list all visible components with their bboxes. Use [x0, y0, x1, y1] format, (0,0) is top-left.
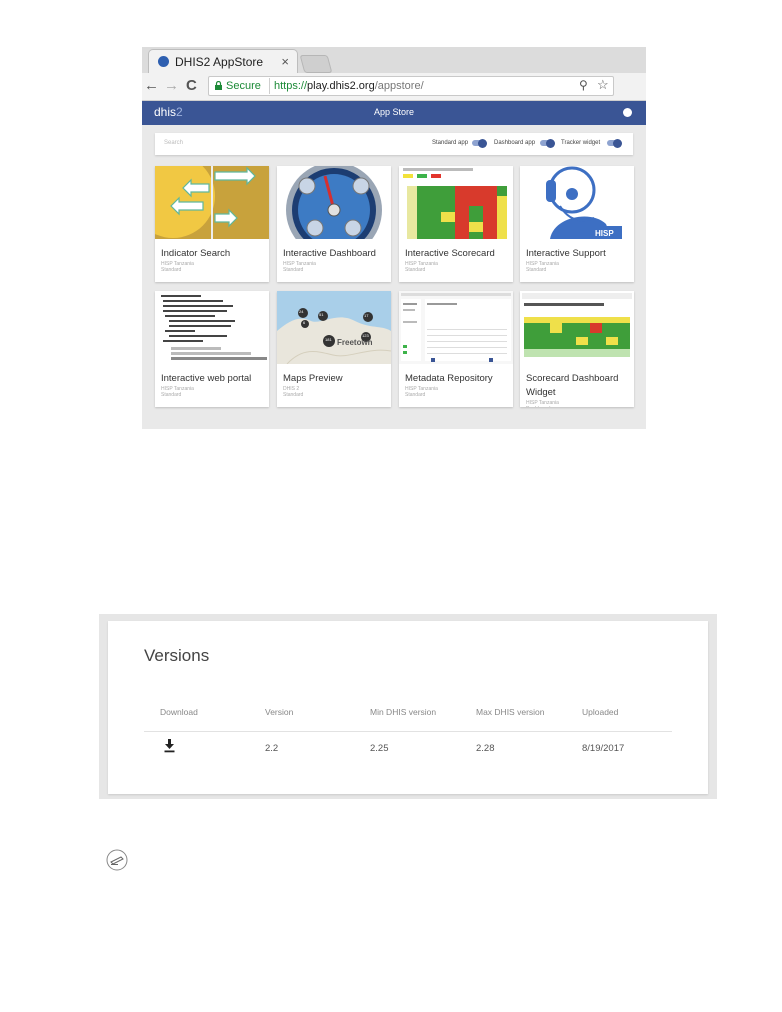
app-type: Standard: [405, 267, 426, 273]
address-bar[interactable]: Secure https://play.dhis2.org/appstore/ …: [208, 76, 614, 96]
tab-title: DHIS2 AppStore: [175, 55, 264, 69]
tab-bar: DHIS2 AppStore ×: [142, 47, 646, 73]
app-name: Interactive web portal: [161, 373, 252, 384]
app-name: Interactive Scorecard: [405, 248, 495, 259]
version-cell: 2.2: [265, 743, 279, 754]
app-name: Metadata Repository: [405, 373, 493, 384]
toggle-label-dashboard: Dashboard app: [494, 140, 536, 146]
versions-title: Versions: [144, 646, 210, 665]
new-tab-button[interactable]: [299, 55, 333, 73]
app-name: Indicator Search: [161, 248, 231, 259]
app-thumbnail: 24 51 17 6 181 123 Freetown: [277, 291, 391, 364]
app-type: Standard: [161, 392, 182, 398]
browser-tab[interactable]: DHIS2 AppStore ×: [148, 49, 298, 73]
column-header-version: Version: [265, 707, 294, 717]
magnifier-icon[interactable]: ⚲: [579, 78, 588, 92]
app-thumbnail: [155, 166, 269, 239]
app-card-interactive-scorecard[interactable]: Interactive Scorecard HISP Tanzania Stan…: [399, 166, 513, 282]
scorecard-widget-image: [522, 293, 632, 357]
app-header: dhis2 App Store: [142, 101, 646, 125]
app-card-interactive-web-portal[interactable]: Interactive web portal HISP Tanzania Sta…: [155, 291, 269, 407]
map-cluster-count: 6: [303, 320, 306, 325]
app-card-scorecard-dashboard-widget[interactable]: Scorecard Dashboard Widget HISP Tanzania…: [520, 291, 634, 407]
page-title: App Store: [373, 107, 415, 117]
json-code-image: [161, 295, 267, 360]
toggle-knob: [613, 138, 622, 148]
indicator-search-image: [155, 166, 269, 239]
app-type: Dashboard: [526, 406, 550, 407]
star-icon[interactable]: ☆: [597, 77, 609, 93]
app-name: Interactive Dashboard: [283, 248, 376, 259]
note-pen-icon: [106, 849, 128, 871]
url-protocol: https://: [274, 80, 308, 92]
support-headset-image: HISP: [546, 166, 622, 239]
app-card-indicator-search[interactable]: Indicator Search HISP Tanzania Standard: [155, 166, 269, 282]
toggle-standard-app[interactable]: [472, 138, 487, 148]
column-header-max-dhis: Max DHIS version: [476, 707, 545, 717]
app-name: Scorecard Dashboard Widget: [526, 373, 619, 398]
reload-icon[interactable]: C: [186, 77, 197, 95]
browser-toolbar: ← → C Secure https://play.dhis2.org/apps…: [142, 73, 646, 101]
toggle-knob: [478, 138, 487, 148]
download-icon[interactable]: [164, 739, 175, 753]
toggle-label-tracker: Tracker widget: [561, 140, 601, 146]
min-dhis-cell: 2.25: [370, 743, 389, 754]
app-thumbnail: [155, 291, 269, 364]
toggle-knob: [546, 138, 555, 148]
toggle-label-standard: Standard app: [432, 140, 469, 146]
app-type: Standard: [526, 267, 547, 273]
secure-label: Secure: [226, 80, 261, 92]
dashboard-gauge-image: [286, 166, 382, 239]
browser-window: DHIS2 AppStore × ← → C Secure https://pl…: [142, 47, 646, 429]
table-divider: [144, 731, 672, 732]
column-header-download: Download: [160, 707, 198, 717]
app-thumbnail: [277, 166, 391, 239]
app-card-interactive-support[interactable]: HISP Interactive Support HISP Tanzania S…: [520, 166, 634, 282]
back-icon[interactable]: ←: [144, 77, 159, 95]
app-thumbnail: [399, 291, 513, 364]
url-text[interactable]: https://play.dhis2.org/appstore/: [274, 80, 424, 92]
column-header-min-dhis: Min DHIS version: [370, 707, 437, 717]
app-type: Standard: [283, 267, 304, 273]
app-type: Standard: [405, 392, 426, 398]
scorecard-table-image: [403, 168, 507, 239]
uploaded-cell: 8/19/2017: [582, 743, 625, 754]
metadata-table-image: [401, 293, 511, 362]
column-header-uploaded: Uploaded: [582, 707, 619, 717]
app-type: Standard: [161, 267, 182, 273]
filter-bar: Search Standard app Dashboard app Tracke…: [155, 133, 633, 155]
max-dhis-cell: 2.28: [476, 743, 495, 754]
map-cluster-count: 17: [364, 313, 369, 318]
toggle-tracker-widget[interactable]: [607, 138, 622, 148]
app-thumbnail: HISP: [520, 166, 634, 239]
app-card-interactive-dashboard[interactable]: Interactive Dashboard HISP Tanzania Stan…: [277, 166, 391, 282]
user-icon[interactable]: [623, 108, 632, 117]
app-card-maps-preview[interactable]: 24 51 17 6 181 123 Freetown Maps Preview…: [277, 291, 391, 407]
url-divider: [269, 78, 270, 94]
toggle-dashboard-app[interactable]: [540, 138, 555, 148]
app-thumbnail: [520, 291, 634, 364]
lock-icon: [215, 81, 222, 90]
map-cluster-count: 24: [299, 309, 304, 314]
app-name: Interactive Support: [526, 248, 606, 259]
forward-icon[interactable]: →: [164, 77, 179, 95]
dhis2-favicon-icon: [158, 56, 169, 67]
url-host: play.dhis2.org: [307, 80, 375, 92]
app-card-metadata-repository[interactable]: Metadata Repository HISP Tanzania Standa…: [399, 291, 513, 407]
app-thumbnail: [399, 166, 513, 239]
svg-text:HISP: HISP: [595, 229, 614, 238]
versions-panel: Versions Download Version Min DHIS versi…: [108, 621, 708, 794]
map-cluster-count: 51: [319, 312, 324, 317]
tab-close-icon[interactable]: ×: [281, 54, 289, 69]
url-path: /appstore/: [374, 80, 424, 92]
app-name: Maps Preview: [283, 373, 343, 384]
search-input[interactable]: Search: [164, 140, 183, 146]
app-type: Standard: [283, 392, 304, 398]
map-image: [277, 291, 391, 364]
map-cluster-count: 181: [325, 337, 332, 342]
map-place-label: Freetown: [337, 338, 373, 347]
